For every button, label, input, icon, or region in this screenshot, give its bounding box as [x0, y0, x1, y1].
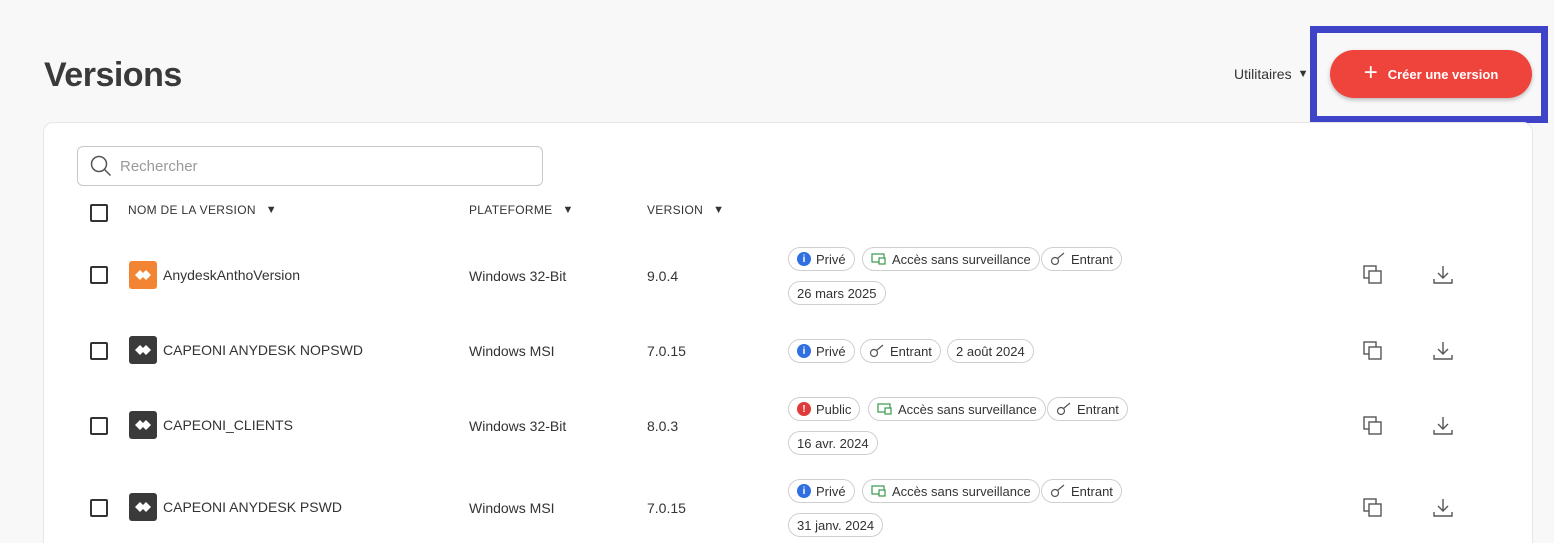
highlight-box — [1310, 26, 1548, 123]
column-version-label: VERSION — [647, 203, 704, 217]
visibility-badge: i Privé — [788, 247, 855, 271]
incoming-label: Entrant — [1077, 401, 1119, 417]
version-name: CAPEONI_CLIENTS — [163, 417, 293, 433]
copy-icon[interactable] — [1362, 415, 1384, 437]
sort-down-icon: ▼ — [713, 204, 725, 216]
versions-table-card: NOM DE LA VERSION ▼ PLATEFORME ▼ VERSION… — [43, 122, 1533, 543]
version-name-link[interactable]: CAPEONI ANYDESK NOPSWD — [129, 336, 363, 364]
incoming-key-icon — [1050, 484, 1065, 498]
version-name: CAPEONI ANYDESK PSWD — [163, 499, 342, 515]
search-icon — [90, 155, 112, 177]
unattended-label: Accès sans surveillance — [898, 401, 1037, 417]
version-name: CAPEONI ANYDESK NOPSWD — [163, 342, 363, 358]
row-checkbox[interactable] — [90, 266, 108, 284]
version-cell: 9.0.4 — [647, 268, 679, 284]
sort-down-icon: ▼ — [265, 204, 277, 216]
search-input[interactable] — [120, 157, 520, 175]
download-icon[interactable] — [1432, 340, 1454, 362]
date-badge: 31 janv. 2024 — [788, 513, 884, 537]
platform-cell: Windows 32-Bit — [469, 268, 567, 284]
anydesk-dark-icon — [129, 493, 157, 521]
column-header-platform[interactable]: PLATEFORME ▼ — [469, 203, 574, 217]
platform-cell: Windows MSI — [469, 500, 555, 516]
unattended-badge: Accès sans surveillance — [868, 397, 1046, 421]
incoming-label: Entrant — [890, 343, 932, 359]
info-icon: i — [797, 484, 811, 498]
anydesk-orange-icon — [129, 261, 157, 289]
version-cell: 7.0.15 — [647, 343, 686, 359]
column-header-name[interactable]: NOM DE LA VERSION ▼ — [128, 203, 277, 217]
incoming-label: Entrant — [1071, 483, 1113, 499]
incoming-key-icon — [1050, 252, 1065, 266]
unattended-badge: Accès sans surveillance — [862, 247, 1040, 271]
version-name: AnydeskAnthoVersion — [163, 267, 300, 283]
caret-down-icon: ▼ — [1297, 68, 1309, 80]
search-box[interactable] — [77, 146, 543, 186]
incoming-key-icon — [1056, 402, 1071, 416]
unattended-label: Accès sans surveillance — [892, 483, 1031, 499]
anydesk-dark-icon — [129, 411, 157, 439]
date-badge: 26 mars 2025 — [788, 281, 886, 305]
visibility-label: Privé — [816, 343, 846, 359]
info-icon: i — [797, 252, 811, 266]
select-all-checkbox[interactable] — [90, 204, 108, 222]
incoming-key-icon — [869, 344, 884, 358]
copy-icon[interactable] — [1362, 497, 1384, 519]
unattended-access-icon — [871, 253, 886, 265]
date-badge: 16 avr. 2024 — [788, 431, 878, 455]
version-name-link[interactable]: CAPEONI ANYDESK PSWD — [129, 493, 342, 521]
version-name-link[interactable]: CAPEONI_CLIENTS — [129, 411, 293, 439]
sort-down-icon: ▼ — [562, 204, 574, 216]
page-title: Versions — [44, 56, 182, 94]
visibility-badge: i Privé — [788, 339, 855, 363]
alert-icon: ! — [797, 402, 811, 416]
copy-icon[interactable] — [1362, 340, 1384, 362]
unattended-access-icon — [877, 403, 892, 415]
visibility-label: Privé — [816, 483, 846, 499]
row-checkbox[interactable] — [90, 499, 108, 517]
utilities-label: Utilitaires — [1234, 66, 1292, 82]
unattended-access-icon — [871, 485, 886, 497]
unattended-badge: Accès sans surveillance — [862, 479, 1040, 503]
anydesk-dark-icon — [129, 336, 157, 364]
download-icon[interactable] — [1432, 264, 1454, 286]
visibility-label: Public — [816, 401, 852, 417]
visibility-badge: i Privé — [788, 479, 855, 503]
download-icon[interactable] — [1432, 415, 1454, 437]
column-header-version[interactable]: VERSION ▼ — [647, 203, 724, 217]
info-icon: i — [797, 344, 811, 358]
incoming-badge: Entrant — [1041, 479, 1122, 503]
download-icon[interactable] — [1432, 497, 1454, 519]
incoming-badge: Entrant — [1041, 247, 1122, 271]
version-cell: 8.0.3 — [647, 418, 679, 434]
visibility-badge: ! Public — [788, 397, 861, 421]
version-cell: 7.0.15 — [647, 500, 686, 516]
row-checkbox[interactable] — [90, 342, 108, 360]
platform-cell: Windows 32-Bit — [469, 418, 567, 434]
column-name-label: NOM DE LA VERSION — [128, 203, 256, 217]
visibility-label: Privé — [816, 251, 846, 267]
utilities-dropdown[interactable]: Utilitaires ▼ — [1234, 66, 1308, 82]
column-platform-label: PLATEFORME — [469, 203, 553, 217]
platform-cell: Windows MSI — [469, 343, 555, 359]
version-name-link[interactable]: AnydeskAnthoVersion — [129, 261, 300, 289]
copy-icon[interactable] — [1362, 264, 1384, 286]
unattended-label: Accès sans surveillance — [892, 251, 1031, 267]
incoming-label: Entrant — [1071, 251, 1113, 267]
incoming-badge: Entrant — [1047, 397, 1128, 421]
row-checkbox[interactable] — [90, 417, 108, 435]
date-badge: 2 août 2024 — [947, 339, 1034, 363]
incoming-badge: Entrant — [860, 339, 941, 363]
